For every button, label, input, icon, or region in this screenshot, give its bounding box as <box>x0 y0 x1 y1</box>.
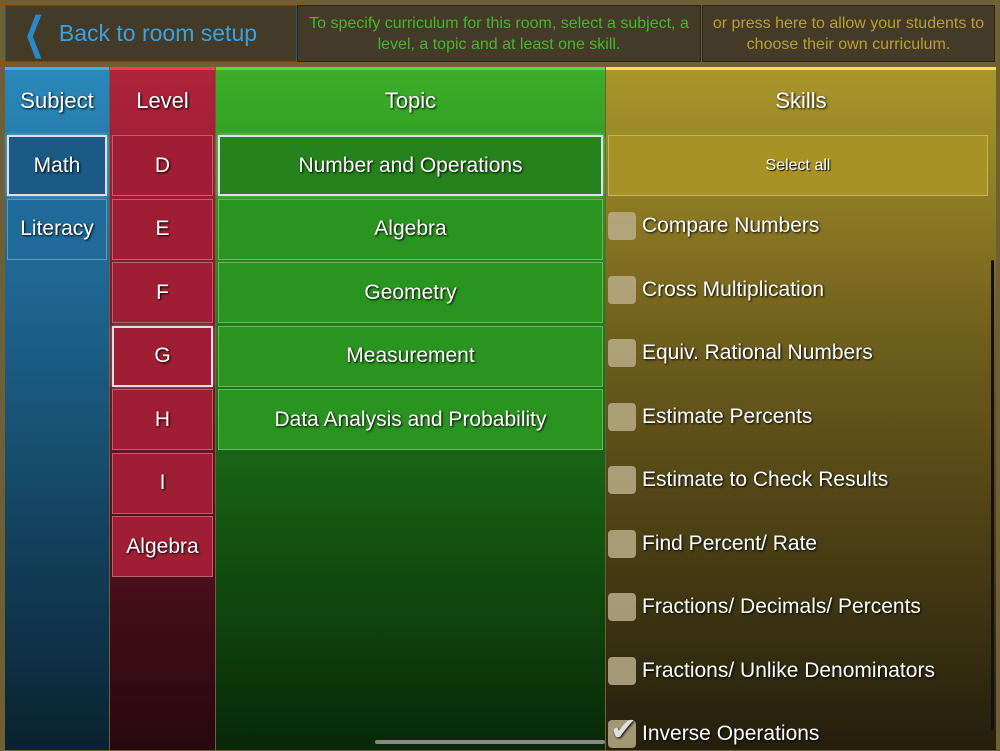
topic-item[interactable]: Number and Operations <box>218 135 603 196</box>
select-all-button[interactable]: Select all <box>608 135 988 196</box>
skill-label: Cross Multiplication <box>642 277 825 301</box>
level-item[interactable]: Algebra <box>112 516 213 577</box>
topic-item[interactable]: Geometry <box>218 262 603 323</box>
level-item[interactable]: G <box>112 325 213 387</box>
topic-item[interactable]: Data Analysis and Probability <box>218 389 603 450</box>
topic-item[interactable]: Algebra <box>218 198 603 260</box>
scrollbar[interactable] <box>991 260 994 730</box>
back-label: Back to room setup <box>58 20 258 46</box>
level-item[interactable]: I <box>112 452 213 514</box>
level-header: Level <box>136 88 189 113</box>
subject-item[interactable]: Math <box>7 135 107 196</box>
topic-item[interactable]: Measurement <box>218 325 603 387</box>
skill-item[interactable]: Fractions/ Unlike Denominators <box>608 654 988 688</box>
topic-column: Topic Number and Operations Algebra Geomet… <box>216 67 605 750</box>
skill-label: Estimate Percents <box>642 404 813 428</box>
level-item[interactable]: H <box>112 389 213 450</box>
level-item[interactable]: E <box>112 198 213 260</box>
skill-label: Find Percent/ Rate <box>642 531 818 555</box>
skill-checkbox[interactable] <box>608 466 636 494</box>
level-item[interactable]: D <box>112 135 213 196</box>
skill-label: Inverse Operations <box>642 722 820 745</box>
skill-checkbox[interactable] <box>608 656 636 685</box>
skill-item[interactable]: Estimate to Check Results <box>608 463 988 497</box>
skill-checkbox[interactable] <box>608 275 636 304</box>
skills-header: Skills <box>775 88 827 113</box>
level-column: Level D E F G H I Algebra <box>110 67 215 750</box>
skill-label: Fractions/ Decimals/ Percents <box>642 595 921 618</box>
instructions-text: To specify curriculum for this room, sel… <box>297 5 701 62</box>
topic-header: Topic <box>384 88 437 113</box>
skill-checkbox[interactable]: ✔ <box>608 711 637 748</box>
skill-item[interactable]: Equiv. Rational Numbers <box>608 336 988 370</box>
back-to-room-setup-button[interactable]: ❮ Back to room setup <box>5 5 297 62</box>
skill-checkbox[interactable] <box>608 402 636 431</box>
skill-item[interactable]: Estimate Percents <box>608 400 988 434</box>
skill-item[interactable]: Cross Multiplication <box>608 273 988 307</box>
skill-label: Fractions/ Unlike Denominators <box>642 658 935 682</box>
skill-label: Estimate to Check Results <box>642 468 889 491</box>
skill-item[interactable]: Compare Numbers <box>608 209 988 243</box>
student-choice-button[interactable]: or press here to allow your students to … <box>702 5 995 62</box>
skills-column: Skills Select all Compare Numbers Cross M… <box>606 67 996 750</box>
skill-checkbox[interactable] <box>608 593 636 621</box>
skill-item[interactable]: ✔ Inverse Operations <box>608 711 988 751</box>
subject-header: Subject <box>20 88 94 113</box>
skill-label: Compare Numbers <box>642 214 820 237</box>
skill-checkbox[interactable] <box>608 529 636 558</box>
skill-checkbox[interactable] <box>608 339 636 367</box>
skill-item[interactable]: Fractions/ Decimals/ Percents <box>608 590 988 624</box>
skill-item[interactable]: Find Percent/ Rate <box>608 527 988 561</box>
level-item[interactable]: F <box>112 262 213 323</box>
skill-checkbox[interactable] <box>608 212 636 240</box>
subject-item[interactable]: Literacy <box>7 198 107 260</box>
skill-label: Equiv. Rational Numbers <box>642 341 873 364</box>
subject-column: Subject Math Literacy <box>5 67 109 750</box>
checkmark-icon: ✔ <box>610 711 637 747</box>
horizontal-scroll-indicator <box>375 740 605 744</box>
chevron-left-icon: ❮ <box>23 8 46 58</box>
